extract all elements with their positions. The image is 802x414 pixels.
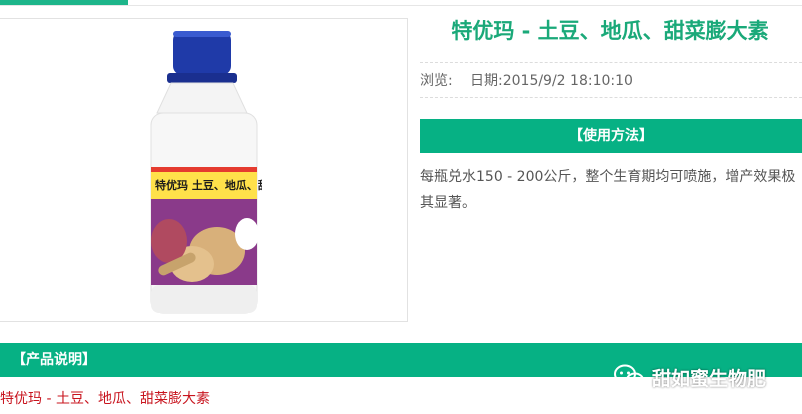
meta-row: 浏览: 日期:2015/9/2 18:10:10 — [420, 62, 802, 98]
watermark: 甜如蜜生物肥 — [614, 362, 766, 392]
watermark-text: 甜如蜜生物肥 — [652, 367, 767, 390]
product-bottle-image: 特优玛 土豆、地瓜、甜菜膨大素 — [150, 31, 262, 314]
bottle-label-text: 特优玛 土豆、地瓜、甜菜膨大素 — [155, 178, 262, 192]
active-nav-tab[interactable] — [0, 0, 128, 5]
usage-header: 【使用方法】 — [420, 119, 802, 153]
wechat-icon — [614, 364, 644, 388]
product-image: 特优玛 土豆、地瓜、甜菜膨大素 — [0, 18, 408, 322]
product-detail-page: 特优玛 土豆、地瓜、甜菜膨大素 特优玛 - 土豆、地瓜、甜菜膨大素 浏览: 日期… — [0, 0, 802, 414]
usage-text: 每瓶兑水150 - 200公斤，整个生育期均可喷施，增产效果极其显著。 — [420, 169, 796, 211]
views-label: 浏览: — [420, 73, 453, 89]
date-text: 日期:2015/9/2 18:10:10 — [470, 73, 633, 89]
product-title: 特优玛 - 土豆、地瓜、甜菜膨大素 — [451, 19, 769, 43]
description-text: 特优玛 - 土豆、地瓜、甜菜膨大素 — [0, 391, 210, 407]
